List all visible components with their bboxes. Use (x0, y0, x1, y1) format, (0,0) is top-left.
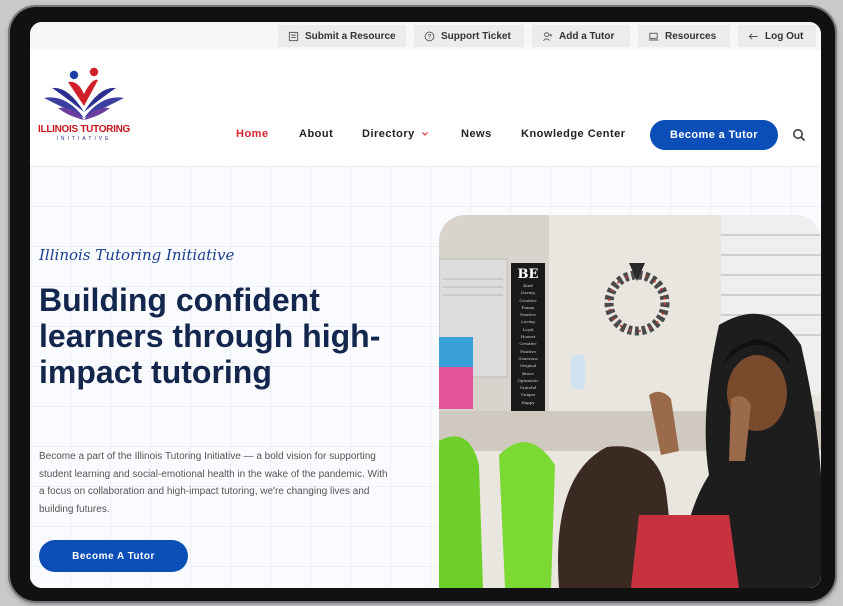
nav-knowledge-center[interactable]: Knowledge Center (521, 128, 626, 140)
hero-eyebrow: Illinois Tutoring Initiative (39, 246, 235, 264)
document-icon (288, 31, 299, 41)
support-ticket-label: Support Ticket (441, 30, 511, 42)
main-navigation: ILLINOIS TUTORING INITIATIVE Home About … (30, 50, 821, 166)
be-board-word: Loyal (522, 326, 534, 332)
resources-link[interactable]: Resources (638, 25, 730, 47)
hero-body: Become a part of the Illinois Tutoring I… (39, 451, 388, 515)
log-out-label: Log Out (765, 30, 804, 42)
be-board-word: Loving (521, 319, 535, 325)
submit-resource-label: Submit a Resource (305, 30, 396, 42)
be-board-word: Unique (520, 392, 536, 398)
add-tutor-link[interactable]: Add a Tutor (532, 25, 630, 47)
hero-photo: BE Kind Daring Creative Funny Positive Loving… (439, 215, 821, 588)
nav-directory-label: Directory (362, 128, 415, 140)
be-board-title: BE (517, 267, 539, 282)
laptop-icon (648, 32, 659, 40)
be-board-word: Grateful (519, 385, 537, 391)
be-board-word: Positive (520, 348, 536, 354)
hero-section: Illinois Tutoring Initiative Building co… (30, 166, 821, 588)
help-circle-icon: ? (424, 31, 435, 41)
utility-bar: Submit a Resource ? Support Ticket Add a… (30, 22, 821, 50)
be-board-word: Original (519, 363, 537, 369)
logo-title: ILLINOIS TUTORING (38, 124, 130, 135)
become-tutor-hero-button[interactable]: Become A Tutor (39, 540, 188, 572)
hero-headline: Building confident learners through high… (39, 282, 381, 390)
be-board-word: Creative (519, 297, 537, 303)
logo-subtitle: INITIATIVE (56, 136, 112, 142)
log-out-link[interactable]: Log Out (738, 25, 816, 47)
be-board-word: Kind (523, 283, 533, 288)
chevron-down-icon (421, 132, 428, 136)
be-board-word: Honest (520, 334, 536, 340)
resources-label: Resources (665, 30, 717, 42)
nav-directory[interactable]: Directory (362, 128, 429, 140)
be-board-word: Brave (522, 370, 534, 376)
site-logo[interactable]: ILLINOIS TUTORING INITIATIVE (38, 66, 130, 148)
be-board-word: Generous (518, 355, 538, 361)
nav-home[interactable]: Home (236, 128, 269, 140)
arrow-left-icon (748, 32, 758, 40)
be-board-word: Positive (520, 312, 536, 318)
browser-screen: Submit a Resource ? Support Ticket Add a… (30, 22, 821, 588)
be-board-word: Optimistic (517, 377, 539, 383)
be-board-word: Creative (519, 341, 537, 347)
add-user-icon (543, 31, 553, 41)
be-board-word: Funny (521, 304, 535, 310)
be-board-words: Kind Daring Creative Funny Positive Loving Loy… (511, 282, 545, 406)
nav-about[interactable]: About (299, 128, 333, 140)
add-tutor-label: Add a Tutor (559, 30, 615, 42)
submit-resource-link[interactable]: Submit a Resource (278, 25, 406, 47)
be-board-word: Happy (521, 399, 535, 405)
logo-mark (44, 67, 124, 120)
be-board: BE Kind Daring Creative Funny Positive Loving… (511, 263, 545, 411)
svg-text:?: ? (428, 34, 432, 40)
become-tutor-nav-button[interactable]: Become a Tutor (650, 120, 778, 150)
be-board-word: Daring (521, 290, 535, 296)
nav-news[interactable]: News (461, 128, 492, 140)
classroom-illustration (439, 215, 821, 588)
search-icon[interactable] (792, 128, 806, 142)
support-ticket-link[interactable]: ? Support Ticket (414, 25, 524, 47)
